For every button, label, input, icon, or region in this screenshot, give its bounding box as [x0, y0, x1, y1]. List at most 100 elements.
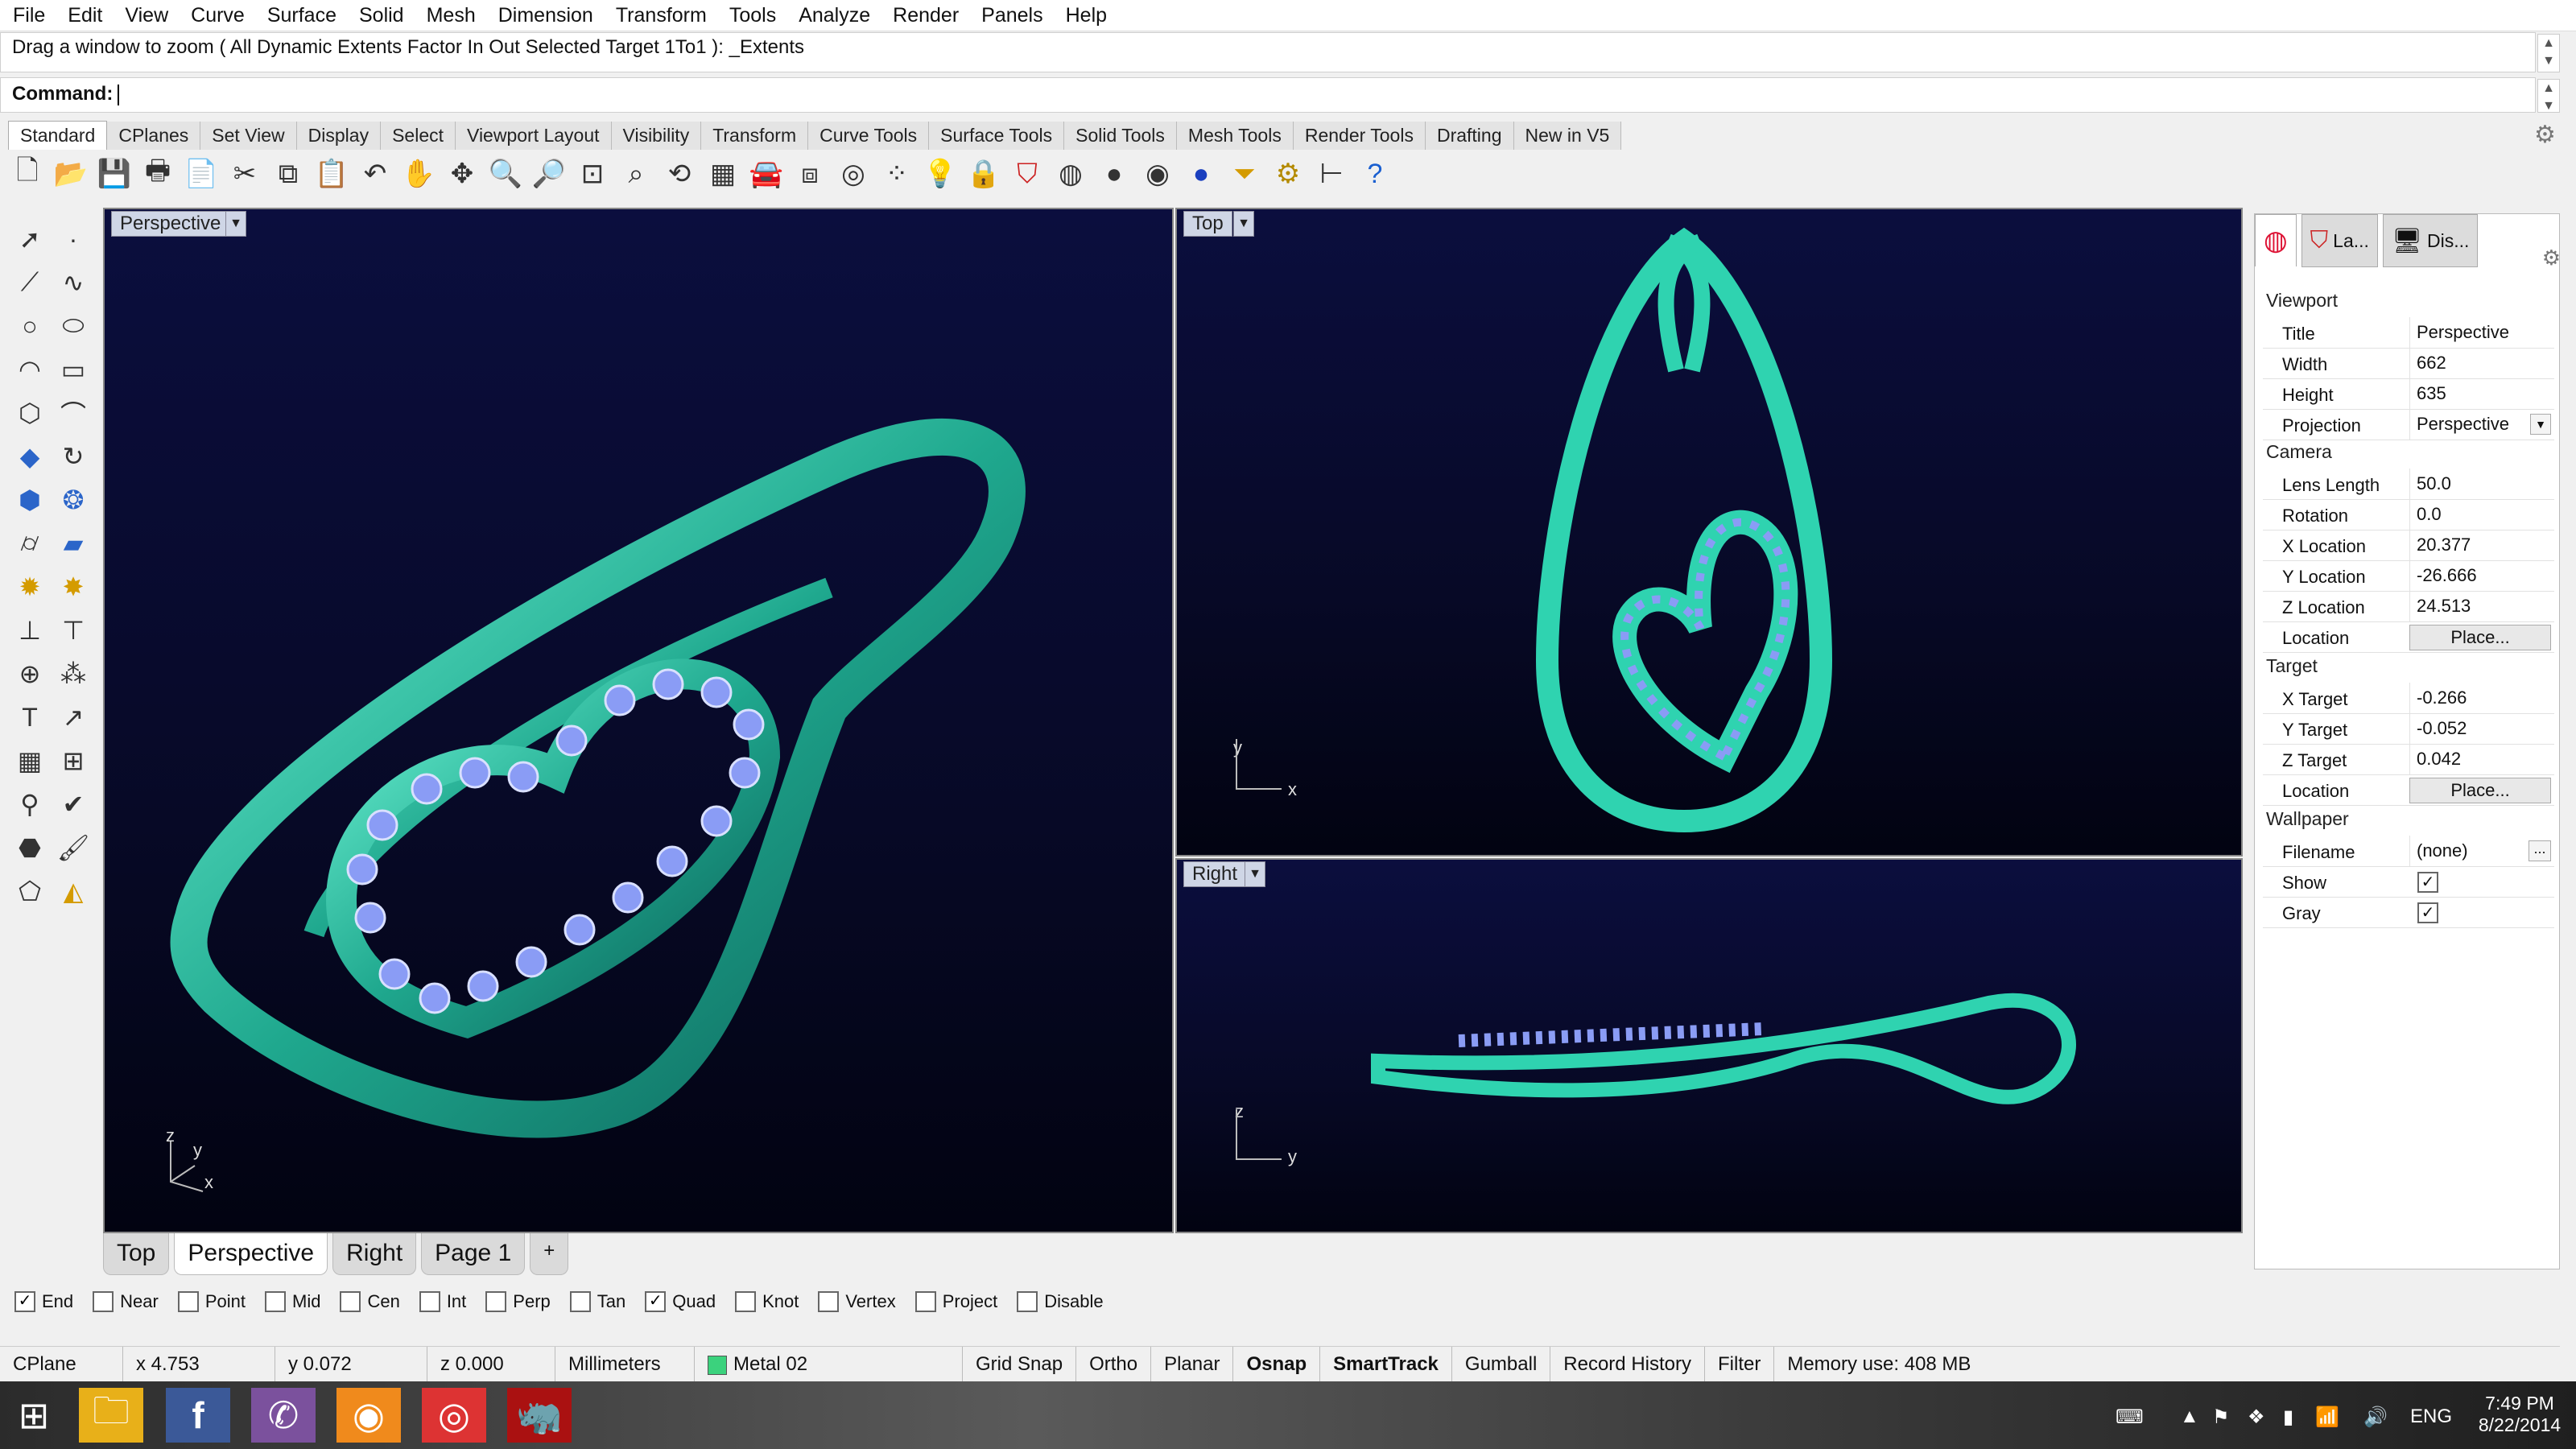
- status-osnap[interactable]: Osnap: [1233, 1347, 1321, 1382]
- clock[interactable]: 7:49 PM 8/22/2014: [2478, 1393, 2562, 1436]
- menu-file[interactable]: File: [8, 4, 50, 27]
- osnap-point[interactable]: Point: [177, 1291, 246, 1312]
- dimension-left-icon[interactable]: ↗: [52, 696, 95, 739]
- prop-y-target-value[interactable]: -0.052: [2409, 713, 2553, 744]
- right-viewport[interactable]: Right ▼ z y: [1175, 858, 2243, 1233]
- menu-solid[interactable]: Solid: [354, 4, 409, 27]
- projection-dropdown-icon[interactable]: ▼: [2530, 414, 2551, 435]
- car-icon[interactable]: 🚘: [747, 155, 786, 193]
- menu-render[interactable]: Render: [888, 4, 964, 27]
- zoom-selected-icon[interactable]: ⌕: [617, 155, 655, 193]
- revolve-icon[interactable]: ↻: [52, 435, 95, 478]
- arc-icon[interactable]: ◠: [8, 348, 52, 391]
- rotate-view-icon[interactable]: ⟲: [660, 155, 699, 193]
- blend-icon[interactable]: ⬠: [8, 869, 52, 913]
- text-icon[interactable]: T: [8, 696, 52, 739]
- osnap-vertex[interactable]: Vertex: [818, 1291, 896, 1312]
- osnap-tan[interactable]: Tan: [569, 1291, 625, 1312]
- zoom-extents-icon[interactable]: ⊡: [573, 155, 612, 193]
- open-icon[interactable]: 📂: [52, 155, 90, 193]
- section-icon[interactable]: ⧈: [791, 155, 829, 193]
- osnap-quad[interactable]: ✓ Quad: [645, 1291, 716, 1312]
- osnap-end[interactable]: ✓ End: [14, 1291, 73, 1312]
- osnap-knot[interactable]: Knot: [735, 1291, 799, 1312]
- menu-panels[interactable]: Panels: [976, 4, 1047, 27]
- target-place-button[interactable]: Place...: [2409, 778, 2551, 803]
- osnap-mid-checkbox[interactable]: [265, 1291, 286, 1312]
- gear-icon[interactable]: ⚙: [1269, 155, 1307, 193]
- prop-y-location-value[interactable]: -26.666: [2409, 560, 2553, 591]
- lock-icon[interactable]: 🔒: [964, 155, 1003, 193]
- keyboard-icon[interactable]: ⌨: [2116, 1406, 2144, 1429]
- trim-icon[interactable]: ⊥: [8, 609, 52, 652]
- save-icon[interactable]: 💾: [95, 155, 134, 193]
- osnap-end-checkbox[interactable]: ✓: [14, 1291, 35, 1312]
- light-icon[interactable]: 💡: [921, 155, 960, 193]
- tab-cplanes[interactable]: CPlanes: [107, 122, 201, 150]
- extrude-icon[interactable]: ▰: [52, 522, 95, 565]
- print-icon[interactable]: 🖶: [138, 155, 177, 193]
- file-explorer-icon[interactable]: 🗀: [79, 1388, 143, 1443]
- prop-title-value[interactable]: Perspective: [2409, 317, 2553, 348]
- start-button-windows-icon[interactable]: ⊞: [2, 1388, 66, 1443]
- scale-icon[interactable]: ⊞: [52, 739, 95, 782]
- osnap-int[interactable]: Int: [419, 1291, 466, 1312]
- show-hidden-icons-chevron-up-icon[interactable]: ▲: [2180, 1406, 2199, 1428]
- language-indicator[interactable]: ENG: [2410, 1406, 2452, 1428]
- camera-place-button[interactable]: Place...: [2409, 625, 2551, 650]
- prop-x-location-value[interactable]: 20.377: [2409, 530, 2553, 560]
- paint-icon[interactable]: 🖌: [52, 826, 95, 869]
- show-checkbox[interactable]: ✓: [2417, 872, 2438, 893]
- volume-icon[interactable]: 🔊: [2363, 1406, 2388, 1429]
- surface-icon[interactable]: ◆: [8, 435, 52, 478]
- boolean-icon[interactable]: ❂: [52, 478, 95, 522]
- firefox-icon[interactable]: ◉: [336, 1388, 401, 1443]
- color-wheel-icon[interactable]: ◍: [1051, 155, 1090, 193]
- dimension-icon[interactable]: ⊢: [1312, 155, 1351, 193]
- perspective-viewport[interactable]: Perspective ▼ z y x: [103, 208, 1174, 1233]
- fillet-icon[interactable]: ⌒: [52, 391, 95, 435]
- tab-viewport-layout[interactable]: Viewport Layout: [456, 122, 612, 150]
- osnap-vertex-checkbox[interactable]: [818, 1291, 840, 1312]
- rectangle-icon[interactable]: ▭: [52, 348, 95, 391]
- analyze-icon[interactable]: ⚲: [8, 782, 52, 826]
- menu-curve[interactable]: Curve: [186, 4, 250, 27]
- dropbox-icon[interactable]: ❖: [2248, 1406, 2265, 1429]
- polygon-icon[interactable]: ⬡: [8, 391, 52, 435]
- cap-icon[interactable]: ◭: [52, 869, 95, 913]
- add-layout-icon[interactable]: +: [530, 1233, 569, 1275]
- menu-edit[interactable]: Edit: [63, 4, 107, 27]
- help-icon[interactable]: ?: [1356, 155, 1394, 193]
- render-icon[interactable]: ⬣: [8, 826, 52, 869]
- osnap-near-checkbox[interactable]: [93, 1291, 114, 1312]
- command-history-scrollbar[interactable]: ▲ ▼: [2537, 34, 2560, 72]
- status-gumball[interactable]: Gumball: [1452, 1347, 1551, 1382]
- cut-icon[interactable]: ✂: [225, 155, 264, 193]
- paste-icon[interactable]: 📋: [312, 155, 351, 193]
- tab-solid-tools[interactable]: Solid Tools: [1064, 122, 1177, 150]
- undo-icon[interactable]: ↶: [356, 155, 394, 193]
- blue-sphere-icon[interactable]: ●: [1182, 155, 1220, 193]
- curve-icon[interactable]: ∿: [52, 261, 95, 304]
- osnap-project-checkbox[interactable]: [914, 1291, 936, 1312]
- viber-icon[interactable]: ✆: [251, 1388, 316, 1443]
- tab-render-tools[interactable]: Render Tools: [1293, 122, 1426, 150]
- array-icon[interactable]: ▦: [8, 739, 52, 782]
- osnap-disable-checkbox[interactable]: [1017, 1291, 1038, 1312]
- polyline-icon[interactable]: ⟋: [8, 261, 52, 304]
- status-smarttrack[interactable]: SmartTrack: [1320, 1347, 1452, 1382]
- tab-mesh-tools[interactable]: Mesh Tools: [1176, 122, 1294, 150]
- toolbar-options-gear-icon[interactable]: ⚙: [2534, 121, 2556, 149]
- tab-select[interactable]: Select: [381, 122, 456, 150]
- group-icon[interactable]: ⁂: [52, 652, 95, 696]
- check-icon[interactable]: ✔: [52, 782, 95, 826]
- menu-tools[interactable]: Tools: [724, 4, 781, 27]
- tab-display[interactable]: Display: [296, 122, 382, 150]
- new-icon[interactable]: 🗋: [8, 155, 47, 193]
- pan-hand-icon[interactable]: ✋: [399, 155, 438, 193]
- tab-transform[interactable]: Transform: [701, 122, 809, 150]
- tab-visibility[interactable]: Visibility: [611, 122, 702, 150]
- gray-checkbox[interactable]: ✓: [2417, 902, 2438, 923]
- render-sphere-icon[interactable]: ◉: [1138, 155, 1177, 193]
- status-record-history[interactable]: Record History: [1550, 1347, 1705, 1382]
